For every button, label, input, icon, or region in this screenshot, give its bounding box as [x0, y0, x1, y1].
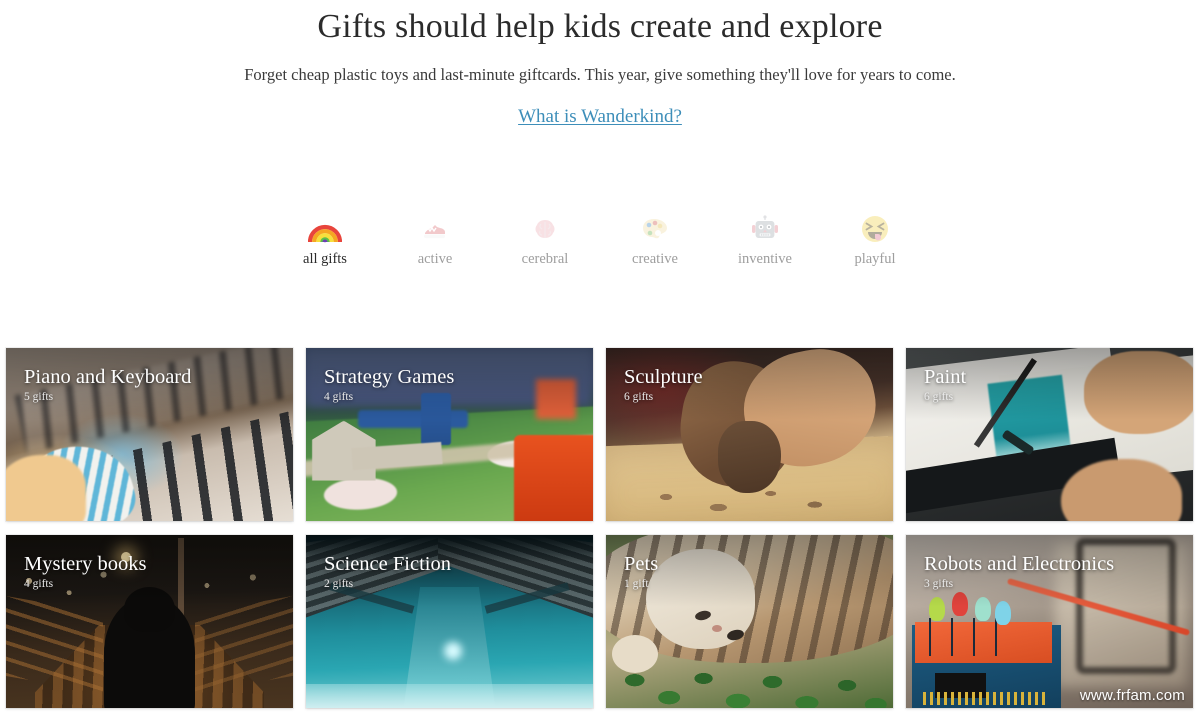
filter-active[interactable]: active — [398, 217, 472, 268]
card-meta: Science Fiction 2 gifts — [324, 552, 579, 591]
card-meta: Mystery books 4 gifts — [24, 552, 279, 591]
filter-creative[interactable]: creative — [618, 217, 692, 268]
page-subtitle: Forget cheap plastic toys and last-minut… — [244, 65, 956, 84]
filter-label: cerebral — [521, 251, 569, 267]
card-title: Robots and Electronics — [924, 553, 1115, 575]
category-card-grid: Piano and Keyboard 5 gifts Strategy Game… — [6, 348, 1194, 708]
filter-label: creative — [632, 251, 678, 267]
card-gift-count: 3 gifts — [924, 578, 954, 590]
filter-label: inventive — [738, 251, 792, 267]
filter-label: all gifts — [303, 251, 347, 267]
category-card-pets[interactable]: Pets 1 gift — [606, 535, 893, 708]
card-title: Science Fiction — [324, 553, 451, 575]
filter-all-gifts[interactable]: all gifts — [288, 215, 362, 268]
brain-icon — [532, 217, 558, 248]
card-gift-count: 6 gifts — [924, 391, 954, 403]
category-filter-bar: all gifts active cerebral creative inven… — [0, 194, 1200, 268]
category-card-science-fiction[interactable]: Science Fiction 2 gifts — [306, 535, 593, 708]
about-link-wrapper: What is Wanderkind? — [0, 106, 1200, 128]
category-card-strategy-games[interactable]: Strategy Games 4 gifts — [306, 348, 593, 521]
category-card-mystery-books[interactable]: Mystery books 4 gifts — [6, 535, 293, 708]
filter-cerebral[interactable]: cerebral — [508, 217, 582, 268]
card-gift-count: 5 gifts — [24, 391, 54, 403]
robot-icon — [751, 215, 779, 248]
filter-playful[interactable]: playful — [838, 215, 912, 268]
card-gift-count: 1 gift — [624, 578, 649, 590]
card-gift-count: 4 gifts — [324, 391, 354, 403]
card-meta: Paint 6 gifts — [924, 365, 1179, 404]
card-title: Paint — [924, 366, 967, 388]
rainbow-icon — [307, 215, 343, 248]
card-title: Pets — [624, 553, 659, 575]
card-meta: Strategy Games 4 gifts — [324, 365, 579, 404]
filter-label: active — [417, 251, 453, 267]
card-title: Piano and Keyboard — [24, 366, 192, 388]
card-gift-count: 6 gifts — [624, 391, 654, 403]
palette-icon — [641, 217, 669, 248]
hero-section: Gifts should help kids create and explor… — [0, 0, 1200, 128]
category-card-paint[interactable]: Paint 6 gifts — [906, 348, 1193, 521]
card-title: Mystery books — [24, 553, 147, 575]
card-meta: Piano and Keyboard 5 gifts — [24, 365, 279, 404]
card-meta: Robots and Electronics 3 gifts — [924, 552, 1179, 591]
sneaker-icon — [422, 217, 448, 248]
category-card-robots-and-electronics[interactable]: Robots and Electronics 3 gifts www.frfam… — [906, 535, 1193, 708]
gift-category-browser-page: Gifts should help kids create and explor… — [0, 0, 1200, 713]
card-gift-count: 2 gifts — [324, 578, 354, 590]
card-title: Sculpture — [624, 366, 703, 388]
card-meta: Pets 1 gift — [624, 552, 879, 591]
what-is-wanderkind-link[interactable]: What is Wanderkind? — [518, 106, 682, 127]
page-title: Gifts should help kids create and explor… — [317, 8, 883, 45]
filter-inventive[interactable]: inventive — [728, 215, 802, 268]
card-meta: Sculpture 6 gifts — [624, 365, 879, 404]
category-card-sculpture[interactable]: Sculpture 6 gifts — [606, 348, 893, 521]
category-card-piano-and-keyboard[interactable]: Piano and Keyboard 5 gifts — [6, 348, 293, 521]
card-gift-count: 4 gifts — [24, 578, 54, 590]
site-watermark: www.frfam.com — [1079, 687, 1185, 704]
card-title: Strategy Games — [324, 366, 455, 388]
grinning-face-with-tongue-icon — [861, 215, 889, 248]
filter-label: playful — [854, 251, 896, 267]
